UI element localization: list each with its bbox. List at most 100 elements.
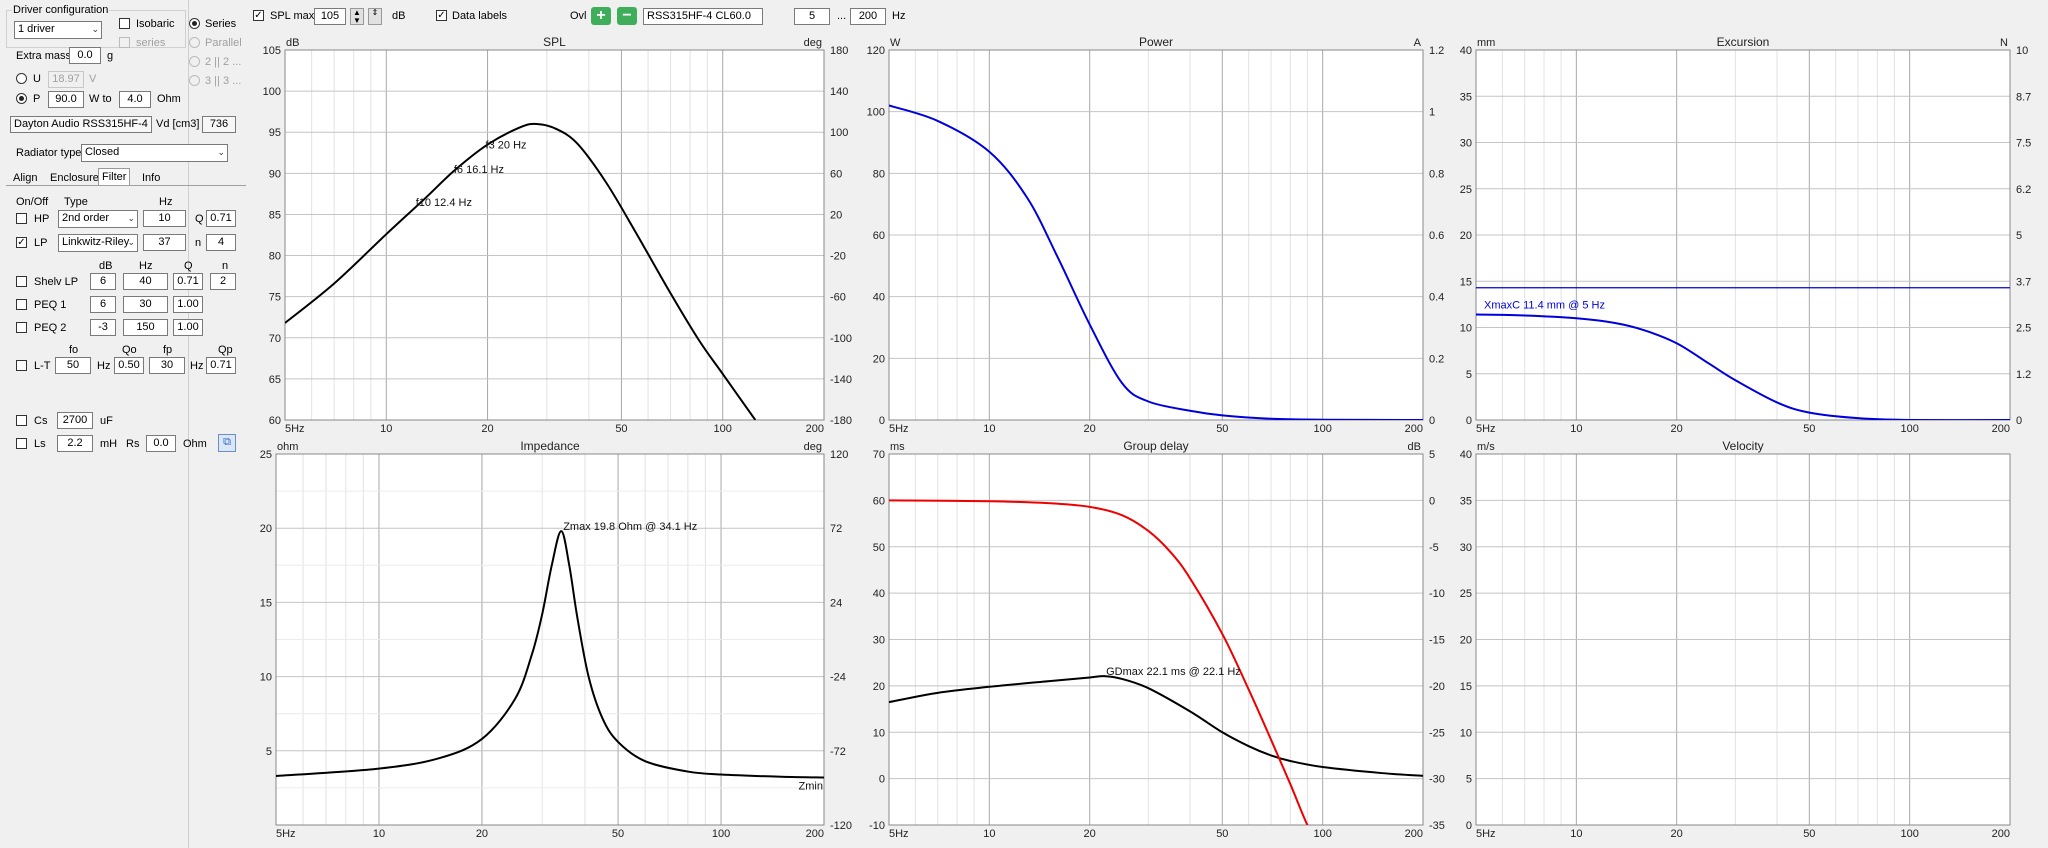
excursion-title: Excursion	[1717, 35, 1770, 49]
power-y-tick: 20	[873, 353, 885, 365]
excursion-y2label: N	[2000, 37, 2008, 49]
excursion-x-tick: 50	[1803, 423, 1815, 435]
spl-y-tick: 85	[269, 209, 281, 221]
charts-area: 6065707580859095100105-180-140-100-60-20…	[260, 35, 2032, 840]
velocity-y-tick: 10	[1460, 727, 1472, 739]
group_delay-x-tick: 20	[1084, 828, 1096, 840]
impedance-ylabel: ohm	[277, 441, 298, 453]
power-x-tick: 50	[1216, 423, 1228, 435]
impedance-y2-tick: -120	[830, 820, 852, 832]
group_delay-y2-tick: -20	[1429, 681, 1445, 693]
spl-y2-tick: -20	[830, 251, 846, 263]
spl-y2-tick: 140	[830, 86, 848, 98]
spl-x-tick: 200	[806, 423, 824, 435]
excursion-y2-tick: 2.5	[2016, 323, 2031, 335]
spl-x-tick: 20	[481, 423, 493, 435]
spl-annotation: f3 20 Hz	[486, 140, 527, 152]
group_delay-y2-tick: -10	[1429, 588, 1445, 600]
group_delay-y2-tick: 0	[1429, 495, 1435, 507]
excursion-y2-tick: 7.5	[2016, 138, 2031, 150]
excursion-x-tick: 200	[1992, 423, 2010, 435]
impedance-y2-tick: -24	[830, 672, 846, 684]
velocity-x-tick: 5Hz	[1476, 828, 1496, 840]
group_delay-x-tick: 10	[983, 828, 995, 840]
group_delay-title: Group delay	[1123, 439, 1188, 453]
excursion-y-tick: 40	[1460, 45, 1472, 57]
group_delay-y-tick: 10	[873, 727, 885, 739]
impedance-y-tick: 5	[266, 746, 272, 758]
excursion-y-tick: 20	[1460, 230, 1472, 242]
power-y-tick: 120	[867, 45, 885, 57]
excursion-y-tick: 10	[1460, 323, 1472, 335]
group_delay-y2-tick: -15	[1429, 635, 1445, 647]
power-y2-tick: 0.2	[1429, 353, 1444, 365]
impedance-y-tick: 10	[260, 672, 272, 684]
spl-x-tick: 5Hz	[285, 423, 305, 435]
spl-y-tick: 105	[263, 45, 281, 57]
impedance-x-tick: 200	[806, 828, 824, 840]
impedance-y2-tick: -72	[830, 746, 846, 758]
power-y2-tick: 0.8	[1429, 168, 1444, 180]
velocity-y-tick: 15	[1460, 681, 1472, 693]
spl-annotation: f10 12.4 Hz	[416, 197, 472, 209]
impedance-x-tick: 10	[373, 828, 385, 840]
spl-y-tick: 70	[269, 333, 281, 345]
power-ylabel: W	[890, 37, 901, 49]
velocity-y-tick: 25	[1460, 588, 1472, 600]
group_delay-x-tick: 50	[1216, 828, 1228, 840]
power-y-tick: 100	[867, 107, 885, 119]
velocity-x-tick: 50	[1803, 828, 1815, 840]
impedance-x-tick: 100	[712, 828, 730, 840]
impedance-y2-tick: 120	[830, 449, 848, 461]
spl-y-tick: 80	[269, 251, 281, 263]
impedance-annotation: Zmax 19.8 Ohm @ 34.1 Hz	[563, 521, 697, 533]
impedance-y-tick: 25	[260, 449, 272, 461]
excursion-y2-tick: 10	[2016, 45, 2028, 57]
excursion-x-tick: 100	[1900, 423, 1918, 435]
impedance-annotation: Zmin	[799, 781, 823, 793]
power-x-tick: 100	[1313, 423, 1331, 435]
velocity-title: Velocity	[1722, 439, 1763, 453]
power-title: Power	[1139, 35, 1173, 49]
impedance-x-tick: 5Hz	[276, 828, 296, 840]
spl-y-tick: 75	[269, 292, 281, 304]
excursion-x-tick: 20	[1671, 423, 1683, 435]
impedance-y-tick: 20	[260, 523, 272, 535]
excursion-y-tick: 25	[1460, 184, 1472, 196]
excursion-x-tick: 5Hz	[1476, 423, 1496, 435]
group_delay-y-tick: 30	[873, 635, 885, 647]
group_delay-y2-tick: -5	[1429, 542, 1439, 554]
impedance-x-tick: 50	[612, 828, 624, 840]
spl-y2label: deg	[804, 37, 822, 49]
velocity-y-tick: 20	[1460, 635, 1472, 647]
group_delay-y-tick: 40	[873, 588, 885, 600]
velocity-x-tick: 100	[1900, 828, 1918, 840]
group_delay-y2-tick: 5	[1429, 449, 1435, 461]
excursion-y-tick: 35	[1460, 91, 1472, 103]
excursion-ylabel: mm	[1477, 37, 1495, 49]
group_delay-y-tick: 60	[873, 495, 885, 507]
impedance-x-tick: 20	[476, 828, 488, 840]
spl-y2-tick: 60	[830, 168, 842, 180]
excursion-y-tick: 15	[1460, 276, 1472, 288]
excursion-y-tick: 0	[1466, 415, 1472, 427]
group_delay-y2-tick: -25	[1429, 727, 1445, 739]
power-y-tick: 80	[873, 168, 885, 180]
excursion-y2-tick: 5	[2016, 230, 2022, 242]
power-x-tick: 5Hz	[889, 423, 909, 435]
power-y2label: A	[1414, 37, 1422, 49]
spl-annotation: f6 16.1 Hz	[454, 164, 504, 176]
spl-y-tick: 60	[269, 415, 281, 427]
excursion-x-tick: 10	[1570, 423, 1582, 435]
velocity-y-tick: 35	[1460, 495, 1472, 507]
group_delay-y-tick: 20	[873, 681, 885, 693]
power-y2-tick: 1.2	[1429, 45, 1444, 57]
velocity-y-tick: 0	[1466, 820, 1472, 832]
power-x-tick: 20	[1084, 423, 1096, 435]
spl-y-tick: 90	[269, 168, 281, 180]
group_delay-y-tick: -10	[869, 820, 885, 832]
spl-x-tick: 100	[714, 423, 732, 435]
spl-y-tick: 65	[269, 374, 281, 386]
spl-y2-tick: 100	[830, 127, 848, 139]
power-y2-tick: 0	[1429, 415, 1435, 427]
